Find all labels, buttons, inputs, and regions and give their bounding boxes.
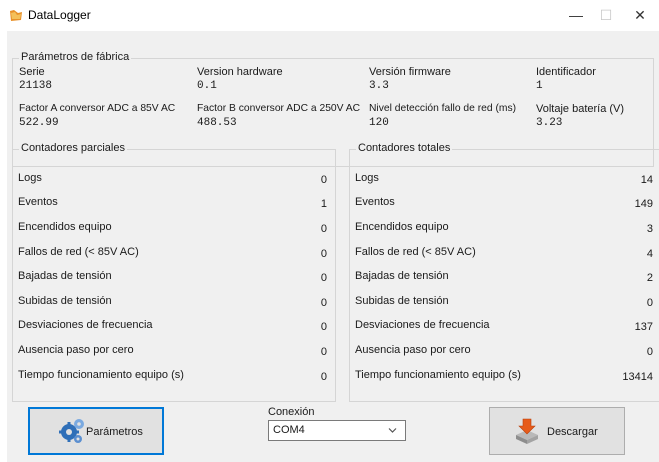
voltaje-bateria-value: 3.23 xyxy=(536,117,563,129)
version-firmware-value: 3.3 xyxy=(369,80,389,92)
partial-subidas-value: 0 xyxy=(320,297,327,309)
partial-eventos-label: Eventos xyxy=(18,196,58,208)
total-fallos-red-label: Fallos de red (< 85V AC) xyxy=(355,246,476,258)
serie-value: 21138 xyxy=(19,80,53,92)
nivel-deteccion-value: 120 xyxy=(369,117,389,129)
datalogger-app-icon xyxy=(10,10,22,21)
partial-logs-label: Logs xyxy=(18,172,42,184)
total-encendidos-label: Encendidos equipo xyxy=(355,221,449,233)
partial-fallos-red-value: 0 xyxy=(320,248,327,260)
total-eventos-value: 149 xyxy=(634,198,653,210)
title-bar: DataLogger — ☐ ✕ xyxy=(0,0,659,31)
factor-a-label: Factor A conversor ADC a 85V AC xyxy=(19,103,176,114)
partial-counters-title: Contadores parciales xyxy=(19,142,127,154)
partial-fallos-red-label: Fallos de red (< 85V AC) xyxy=(18,246,139,258)
version-hardware-value: 0.1 xyxy=(197,80,217,92)
total-counters-title: Contadores totales xyxy=(356,142,453,154)
conexion-label: Conexión xyxy=(268,406,315,418)
partial-eventos-value: 1 xyxy=(320,198,327,210)
total-tiempo-label: Tiempo funcionamiento equipo (s) xyxy=(355,369,521,381)
partial-tiempo-value: 0 xyxy=(320,371,327,383)
nivel-deteccion-label: Nivel detección fallo de red (ms) xyxy=(369,103,517,114)
factory-parameters-title: Parámetros de fábrica xyxy=(19,51,132,63)
identificador-value: 1 xyxy=(536,80,543,92)
total-desviaciones-label: Desviaciones de frecuencia xyxy=(355,319,490,331)
partial-ausencia-value: 0 xyxy=(320,346,327,358)
partial-ausencia-label: Ausencia paso por cero xyxy=(18,344,134,356)
total-eventos-label: Eventos xyxy=(355,196,395,208)
parametros-button-label: Parámetros xyxy=(86,426,143,438)
factor-b-value: 488.53 xyxy=(197,117,237,129)
close-button[interactable]: ✕ xyxy=(625,4,655,26)
partial-encendidos-value: 0 xyxy=(320,223,327,235)
descargar-button[interactable]: Descargar xyxy=(489,407,625,455)
partial-bajadas-value: 0 xyxy=(320,272,327,284)
partial-subidas-label: Subidas de tensión xyxy=(18,295,112,307)
conexion-value: COM4 xyxy=(273,424,305,436)
partial-encendidos-label: Encendidos equipo xyxy=(18,221,112,233)
total-logs-label: Logs xyxy=(355,172,379,184)
identificador-label: Identificador xyxy=(536,66,596,78)
window-title: DataLogger xyxy=(28,8,91,22)
partial-bajadas-label: Bajadas de tensión xyxy=(18,270,112,282)
download-icon xyxy=(516,418,538,444)
conexion-combobox[interactable]: COM4 xyxy=(268,420,406,441)
partial-logs-value: 0 xyxy=(320,174,327,186)
total-bajadas-label: Bajadas de tensión xyxy=(355,270,449,282)
total-encendidos-value: 3 xyxy=(646,223,653,235)
total-bajadas-value: 2 xyxy=(646,272,653,284)
window-client-area: Parámetros de fábrica Serie 21138 Versio… xyxy=(7,31,659,462)
total-fallos-red-value: 4 xyxy=(646,248,653,260)
gears-icon xyxy=(59,419,84,443)
maximize-button[interactable]: ☐ xyxy=(591,4,621,26)
total-tiempo-value: 13414 xyxy=(622,371,653,383)
total-ausencia-value: 0 xyxy=(646,346,653,358)
total-subidas-value: 0 xyxy=(646,297,653,309)
total-subidas-label: Subidas de tensión xyxy=(355,295,449,307)
voltaje-bateria-label: Voltaje batería (V) xyxy=(536,103,625,115)
version-firmware-label: Versión firmware xyxy=(369,66,451,78)
chevron-down-icon xyxy=(388,428,397,433)
partial-desviaciones-value: 0 xyxy=(320,321,327,333)
factor-a-value: 522.99 xyxy=(19,117,59,129)
version-hardware-label: Version hardware xyxy=(197,66,283,78)
minimize-button[interactable]: — xyxy=(561,4,591,26)
factor-b-label: Factor B conversor ADC a 250V AC xyxy=(197,103,361,114)
total-logs-value: 14 xyxy=(640,174,653,186)
partial-desviaciones-label: Desviaciones de frecuencia xyxy=(18,319,153,331)
serie-label: Serie xyxy=(19,66,45,78)
descargar-button-label: Descargar xyxy=(547,426,598,438)
parametros-button[interactable]: Parámetros xyxy=(28,407,164,455)
total-desviaciones-value: 137 xyxy=(634,321,653,333)
partial-tiempo-label: Tiempo funcionamiento equipo (s) xyxy=(18,369,184,381)
total-ausencia-label: Ausencia paso por cero xyxy=(355,344,471,356)
